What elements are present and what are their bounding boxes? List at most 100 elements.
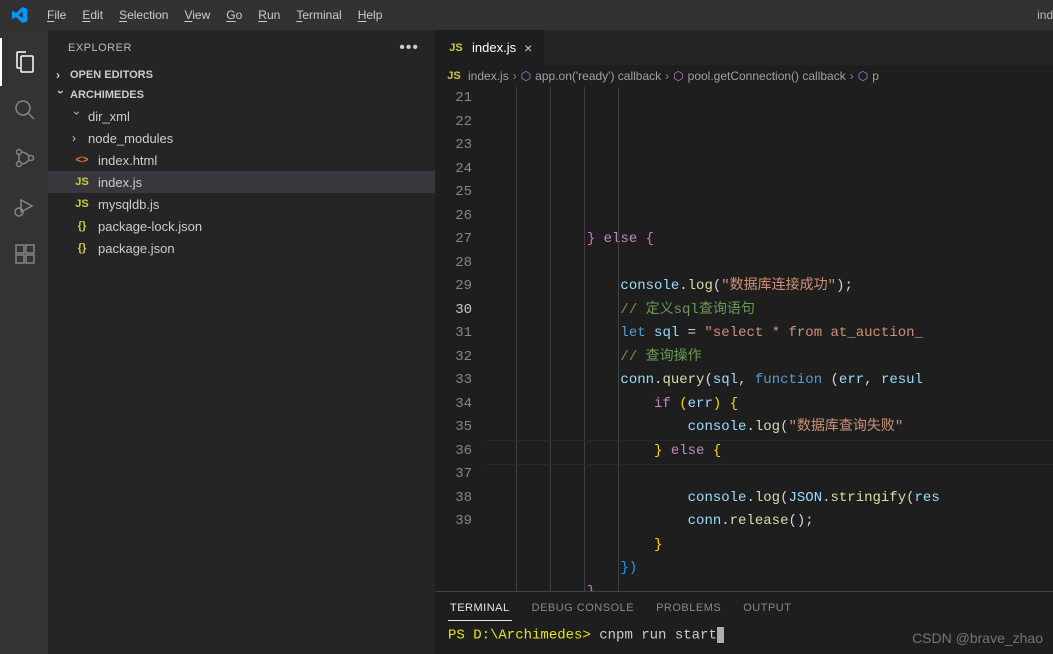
line-number: 33 bbox=[436, 369, 472, 393]
editor[interactable]: 21222324252627282930313233343536373839 }… bbox=[436, 87, 1053, 591]
line-number: 38 bbox=[436, 487, 472, 511]
menu-bar: FileEditSelectionViewGoRunTerminalHelp bbox=[40, 4, 389, 26]
chevron-right-icon: › bbox=[665, 69, 669, 83]
chevron-down-icon: › bbox=[70, 111, 84, 121]
menu-file[interactable]: File bbox=[40, 4, 73, 26]
tree-item-dir_xml[interactable]: ›dir_xml bbox=[48, 105, 435, 127]
code-line[interactable]: } bbox=[486, 534, 1053, 558]
line-number: 23 bbox=[436, 134, 472, 158]
panel-tab-terminal[interactable]: TERMINAL bbox=[448, 598, 512, 621]
line-number: 26 bbox=[436, 205, 472, 229]
tree-item-node_modules[interactable]: › node_modules bbox=[48, 127, 435, 149]
symbol-icon: ⬡ bbox=[673, 69, 683, 83]
breadcrumb-item[interactable]: p bbox=[872, 69, 879, 83]
activity-extensions-icon[interactable] bbox=[0, 230, 48, 278]
line-number: 24 bbox=[436, 158, 472, 182]
tree-item-package-lock-json[interactable]: {}package-lock.json bbox=[48, 215, 435, 237]
code-line[interactable]: }) bbox=[486, 557, 1053, 581]
chevron-down-icon: › bbox=[54, 90, 68, 100]
editor-area: JS index.js × JS index.js › ⬡ app.on('read… bbox=[436, 30, 1053, 654]
code-line[interactable]: console.log("数据库连接成功"); bbox=[486, 275, 1053, 299]
panel-tab-output[interactable]: OUTPUT bbox=[741, 598, 793, 621]
code-line[interactable]: conn.query(sql, function (err, resul bbox=[486, 369, 1053, 393]
panel-tabs: TERMINAL DEBUG CONSOLE PROBLEMS OUTPUT bbox=[436, 592, 1053, 621]
more-actions-icon[interactable]: ••• bbox=[399, 39, 419, 57]
code-line[interactable] bbox=[486, 463, 1053, 487]
tree-item-label: index.js bbox=[98, 175, 142, 190]
tree-item-index-html[interactable]: <> index.html bbox=[48, 149, 435, 171]
menu-view[interactable]: View bbox=[177, 4, 217, 26]
activity-bar bbox=[0, 30, 48, 654]
terminal[interactable]: PS D:\Archimedes> cnpm run start bbox=[436, 621, 1053, 654]
menu-selection[interactable]: Selection bbox=[112, 4, 175, 26]
tree-item-label: node_modules bbox=[88, 131, 173, 146]
html-file-icon: <> bbox=[72, 154, 92, 166]
window-title: index.js - Archimedes - Visual Studi bbox=[1037, 8, 1053, 22]
activity-explorer-icon[interactable] bbox=[0, 38, 48, 86]
json-file-icon: {} bbox=[72, 242, 92, 254]
symbol-icon: ⬡ bbox=[521, 69, 531, 83]
vscode-logo-icon bbox=[8, 7, 32, 23]
menu-run[interactable]: Run bbox=[251, 4, 287, 26]
code-line[interactable]: // 定义sql查询语句 bbox=[486, 299, 1053, 323]
titlebar: FileEditSelectionViewGoRunTerminalHelp i… bbox=[0, 0, 1053, 30]
tree-item-label: package.json bbox=[98, 241, 175, 256]
breadcrumb-item[interactable]: app.on('ready') callback bbox=[535, 69, 661, 83]
tree-item-label: index.html bbox=[98, 153, 157, 168]
line-number: 27 bbox=[436, 228, 472, 252]
tree-item-index-js[interactable]: JS index.js bbox=[48, 171, 435, 193]
breadcrumb[interactable]: JS index.js › ⬡ app.on('ready') callback › ⬡… bbox=[436, 65, 1053, 87]
activity-scm-icon[interactable] bbox=[0, 134, 48, 182]
js-file-icon: JS bbox=[72, 198, 92, 210]
chevron-right-icon: › bbox=[513, 69, 517, 83]
activity-debug-icon[interactable] bbox=[0, 182, 48, 230]
open-editors-header[interactable]: › OPEN EDITORS bbox=[48, 65, 435, 85]
code-line[interactable] bbox=[486, 252, 1053, 276]
editor-tabs: JS index.js × bbox=[436, 30, 1053, 65]
line-number: 29 bbox=[436, 275, 472, 299]
sidebar-title: EXPLORER bbox=[68, 42, 132, 54]
terminal-cursor bbox=[717, 627, 724, 643]
code-line[interactable]: } else { bbox=[486, 440, 1053, 464]
code-line[interactable]: conn.release(); bbox=[486, 510, 1053, 534]
tree-item-label: package-lock.json bbox=[98, 219, 202, 234]
line-number: 34 bbox=[436, 393, 472, 417]
code-line[interactable]: } else { bbox=[486, 228, 1053, 252]
code-line[interactable]: console.log("数据库查询失败" bbox=[486, 416, 1053, 440]
chevron-right-icon: › bbox=[850, 69, 854, 83]
activity-search-icon[interactable] bbox=[0, 86, 48, 134]
js-file-icon: JS bbox=[72, 176, 92, 188]
breadcrumb-item[interactable]: index.js bbox=[468, 69, 509, 83]
sidebar: EXPLORER ••• › OPEN EDITORS › ARCHIMEDES… bbox=[48, 30, 436, 654]
menu-edit[interactable]: Edit bbox=[75, 4, 110, 26]
menu-help[interactable]: Help bbox=[351, 4, 390, 26]
panel: TERMINAL DEBUG CONSOLE PROBLEMS OUTPUT PS D… bbox=[436, 591, 1053, 654]
panel-tab-debug-console[interactable]: DEBUG CONSOLE bbox=[530, 598, 636, 621]
line-number: 30 bbox=[436, 299, 472, 323]
tree-item-mysqldb-js[interactable]: JSmysqldb.js bbox=[48, 193, 435, 215]
line-gutter: 21222324252627282930313233343536373839 bbox=[436, 87, 486, 591]
code-line[interactable]: if (err) { bbox=[486, 393, 1053, 417]
tree-item-package-json[interactable]: {} package.json bbox=[48, 237, 435, 259]
js-file-icon: JS bbox=[444, 70, 464, 82]
menu-terminal[interactable]: Terminal bbox=[289, 4, 348, 26]
chevron-right-icon: › bbox=[72, 131, 82, 145]
line-number: 37 bbox=[436, 463, 472, 487]
terminal-command: cnpm run start bbox=[599, 628, 717, 644]
panel-tab-problems[interactable]: PROBLEMS bbox=[654, 598, 723, 621]
code-line[interactable]: // 查询操作 bbox=[486, 346, 1053, 370]
close-icon[interactable]: × bbox=[522, 40, 534, 56]
line-number: 31 bbox=[436, 322, 472, 346]
code-content[interactable]: } else { console.log("数据库连接成功"); // 定义sq… bbox=[486, 87, 1053, 591]
breadcrumb-item[interactable]: pool.getConnection() callback bbox=[688, 69, 846, 83]
code-line[interactable]: } bbox=[486, 581, 1053, 592]
menu-go[interactable]: Go bbox=[219, 4, 249, 26]
code-line[interactable]: let sql = "select * from at_auction_ bbox=[486, 322, 1053, 346]
line-number: 36 bbox=[436, 440, 472, 464]
tab-index-js[interactable]: JS index.js × bbox=[436, 30, 545, 65]
js-file-icon: JS bbox=[446, 42, 466, 54]
open-editors-label: OPEN EDITORS bbox=[70, 69, 153, 81]
line-number: 35 bbox=[436, 416, 472, 440]
code-line[interactable]: console.log(JSON.stringify(res bbox=[486, 487, 1053, 511]
project-header[interactable]: › ARCHIMEDES bbox=[48, 85, 435, 105]
